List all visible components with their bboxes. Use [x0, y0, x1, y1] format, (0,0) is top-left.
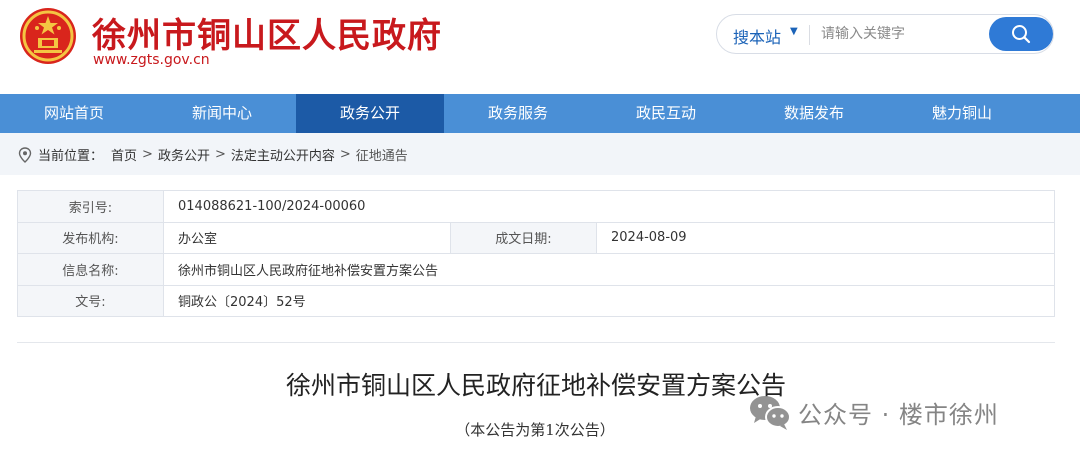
watermark: 公众号 · 楼市徐州 [748, 392, 999, 432]
table-row: 索引号: 014088621-100/2024-00060 [17, 190, 1055, 223]
search-input[interactable] [821, 21, 981, 47]
search-icon [1012, 25, 1031, 44]
table-row: 发布机构: 办公室 成文日期: 2024-08-09 [17, 221, 1055, 254]
wechat-icon [750, 396, 791, 430]
breadcrumb-statutory[interactable]: 法定主动公开内容 [231, 145, 335, 164]
info-name-label: 信息名称: [17, 253, 164, 286]
table-row: 文号: 铜政公〔2024〕52号 [17, 284, 1055, 317]
info-name-value: 徐州市铜山区人民政府征地补偿安置方案公告 [163, 253, 1055, 286]
breadcrumb-current[interactable]: 征地通告 [356, 145, 408, 164]
index-value: 014088621-100/2024-00060 [163, 190, 1055, 223]
doc-number-value: 铜政公〔2024〕52号 [163, 284, 1055, 317]
search-scope-select[interactable]: 搜本站 [733, 24, 781, 48]
breadcrumb-home[interactable]: 首页 [111, 145, 137, 164]
breadcrumb-gov-affairs[interactable]: 政务公开 [158, 145, 210, 164]
publisher-label: 发布机构: [17, 221, 164, 254]
breadcrumb-separator: > [142, 147, 153, 162]
date-value: 2024-08-09 [596, 221, 1055, 254]
breadcrumb-separator: > [214, 147, 226, 162]
content-divider [17, 342, 1055, 343]
site-header: 徐州市铜山区人民政府 www.zgts.gov.cn 搜本站 ▼ [0, 0, 1080, 94]
site-url: www.zgts.gov.cn [93, 52, 210, 68]
breadcrumb-separator: > [339, 147, 351, 162]
index-label: 索引号: [17, 190, 164, 223]
document-info-table: 索引号: 014088621-100/2024-00060 发布机构: 办公室 … [17, 190, 1055, 317]
search-button[interactable] [989, 17, 1053, 51]
search-box: 搜本站 ▼ [716, 14, 1054, 54]
nav-item-interaction[interactable]: 政民互动 [592, 94, 740, 133]
watermark-text: 公众号 · 楼市徐州 [798, 400, 999, 429]
date-label: 成文日期: [450, 221, 597, 254]
doc-number-label: 文号: [17, 284, 164, 317]
search-divider [809, 25, 810, 45]
table-row: 信息名称: 徐州市铜山区人民政府征地补偿安置方案公告 [17, 253, 1055, 286]
nav-item-charm[interactable]: 魅力铜山 [888, 94, 1036, 133]
nav-item-data[interactable]: 数据发布 [740, 94, 888, 133]
site-title[interactable]: 徐州市铜山区人民政府 [92, 8, 442, 57]
nav-item-news[interactable]: 新闻中心 [148, 94, 296, 133]
breadcrumb-bar: 当前位置： 首页 > 政务公开 > 法定主动公开内容 > 征地通告 [0, 133, 1080, 175]
breadcrumb: 当前位置： 首页 > 政务公开 > 法定主动公开内容 > 征地通告 [18, 145, 408, 164]
chevron-down-icon[interactable]: ▼ [790, 26, 798, 37]
nav-item-services[interactable]: 政务服务 [444, 94, 592, 133]
breadcrumb-prefix: 当前位置： [38, 149, 104, 164]
nav-item-home[interactable]: 网站首页 [0, 94, 148, 133]
main-nav: 网站首页 新闻中心 政务公开 政务服务 政民互动 数据发布 魅力铜山 [0, 94, 1080, 133]
national-emblem-icon [20, 8, 76, 64]
nav-item-gov-affairs[interactable]: 政务公开 [296, 94, 444, 133]
location-pin-icon [18, 146, 32, 163]
publisher-value: 办公室 [163, 221, 451, 254]
